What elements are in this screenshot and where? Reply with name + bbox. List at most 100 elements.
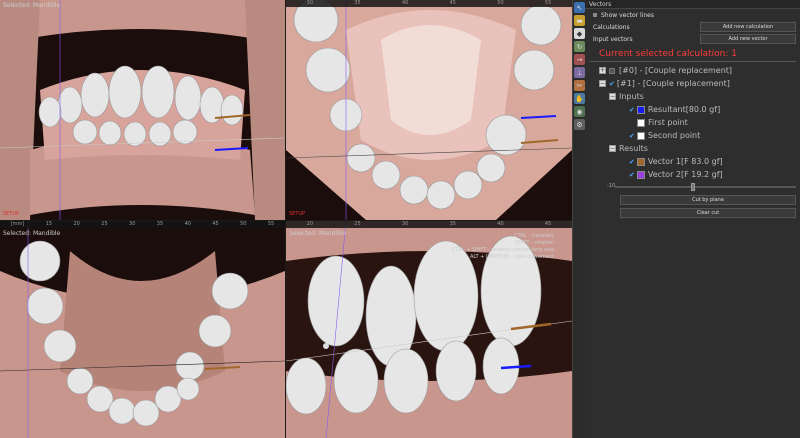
panel-title: Vectors [585,0,800,9]
tick: 55 [544,0,552,6]
second-point-swatch [636,131,645,140]
tick: 30 [306,0,314,6]
show-vector-lines-label: Show vector lines [601,11,654,19]
vectors-panel: Vectors Show vector lines Calculations A… [585,0,800,438]
viewport-front-setup: SETUP [3,211,20,217]
ruler-bottom-right: 20 25 30 35 40 45 [286,221,572,228]
check-icon[interactable]: ✔ [629,106,635,114]
hint-line: ALT + [MIDDLE] - slow movement [469,254,554,260]
cut-icon[interactable]: ✂ [574,80,585,91]
second-point-item[interactable]: ✔ Second point [585,129,800,142]
tool-column: ↖ ▬ ◆ ↻ → ⊥ ✂ ✋ ◉ ⚙ [572,0,585,438]
show-vector-lines-checkbox[interactable] [593,13,597,17]
first-point-label: First point [648,118,688,127]
show-vector-lines-row[interactable]: Show vector lines [585,9,800,21]
vector-2-item[interactable]: ✔ Vector 2[F 19.2 gf] [585,168,800,181]
input-vectors-row: Input vectors Add new vector [585,33,800,45]
slider-track [615,186,796,188]
calc-0-item[interactable]: + [#0] - [Couple replacement] [585,64,800,77]
check-icon[interactable]: ✔ [609,80,615,88]
check-icon[interactable]: ✔ [629,171,635,179]
eye-icon[interactable]: ◉ [574,106,585,117]
tick: 20 [73,221,80,227]
tooth-icon[interactable]: ◆ [574,28,585,39]
inputs-node[interactable]: − Inputs [585,90,800,103]
calc-0-checkbox[interactable] [609,67,615,74]
viewport-lower-label: Selected: Mandible [3,230,61,237]
check-icon[interactable]: ✔ [629,158,635,166]
tick: 55 [267,221,275,227]
results-label: Results [619,144,648,153]
tick: 30 [129,221,136,227]
divider [589,61,796,62]
occlusal-upper-render [286,0,572,220]
first-point-item[interactable]: First point [585,116,800,129]
inputs-label: Inputs [619,92,644,101]
measure-icon[interactable]: ⊥ [574,67,585,78]
add-calculation-button[interactable]: Add new calculation [700,22,796,32]
tick: 30 [401,221,409,227]
tick: 35 [354,0,361,6]
tick: 35 [449,221,456,227]
viewport-occlusal-upper[interactable]: 30 35 40 45 50 55 SETUP [286,0,572,220]
tick: 40 [497,221,504,227]
front-view-render [0,0,285,220]
first-point-swatch [637,118,645,127]
vector-1-label: Vector 1[F 83.0 gf] [647,157,723,166]
add-vector-button[interactable]: Add new vector [700,34,796,44]
hand-icon[interactable]: ✋ [574,93,585,104]
cursor-icon[interactable]: ↖ [574,2,585,13]
viewport-front-label: Selected: Mandible [3,2,61,9]
tick: 45 [449,0,456,6]
viewport-side-closeup[interactable]: 20 25 30 35 40 45 Selected: Mandible CTR… [286,221,572,438]
hint-line: CTRL + SHIFT - rotation around long axis [451,247,554,253]
collapse-icon[interactable]: − [609,145,616,152]
application: Selected: Mandible SETUP 30 35 40 45 50 … [0,0,800,438]
collapse-icon[interactable]: − [609,93,616,100]
tick: 50 [240,221,247,227]
resultant-item[interactable]: ✔ Resultant[80.0 gf] [585,103,800,116]
slider-thumb[interactable] [691,183,696,191]
rotate-icon[interactable]: ↻ [574,41,585,52]
calculations-label: Calculations [593,23,630,31]
calc-1-item[interactable]: − ✔ [#1] - [Couple replacement] [585,77,800,90]
tick: 25 [101,221,108,227]
vector-1-swatch [636,157,645,166]
navigation-hints: CTRL - translate SHIFT - rotation CTRL +… [452,233,554,261]
tick: 45 [544,221,552,227]
second-point-label: Second point [647,131,701,140]
occlusal-lower-render [0,221,285,438]
calc-1-label: [#1] - [Couple replacement] [616,79,730,88]
current-selected-calculation: Current selected calculation: 1 [599,48,738,59]
results-node[interactable]: − Results [585,142,800,155]
tick: 15 [45,221,53,227]
tick: 40 [401,0,409,6]
resultant-color-swatch [636,105,645,114]
tick: 35 [156,221,164,227]
viewport-occlusal-lower[interactable]: [mm] 15 20 25 30 35 40 45 50 55 Selected… [0,221,285,438]
expand-icon[interactable]: + [599,67,606,74]
slider-label: -10 [607,183,616,189]
calc-0-label: [#0] - [Couple replacement] [619,66,733,75]
calculations-row: Calculations Add new calculation [585,21,800,33]
tick: 50 [497,0,504,6]
cut-by-plane-button[interactable]: Cut by plane [620,195,796,205]
viewport-upper-setup: SETUP [289,211,306,217]
tick: 25 [354,221,361,227]
cut-plane-slider[interactable]: -10 [607,182,796,192]
viewport-front[interactable]: Selected: Mandible SETUP [0,0,285,220]
ruler-unit: [mm] [10,221,25,227]
tick: 40 [184,221,191,227]
vector-2-label: Vector 2[F 19.2 gf] [647,170,723,179]
settings-icon[interactable]: ⚙ [574,119,585,130]
vector-icon[interactable]: → [574,54,585,65]
check-icon[interactable]: ✔ [629,132,635,140]
folder-icon[interactable]: ▬ [574,15,585,26]
vector-1-item[interactable]: ✔ Vector 1[F 83.0 gf] [585,155,800,168]
clear-cut-button[interactable]: Clear cut [620,208,796,218]
collapse-icon[interactable]: − [599,80,606,87]
tick: 20 [306,221,314,227]
resultant-label: Resultant[80.0 gf] [647,105,721,114]
viewport-closeup-label: Selected: Mandible [289,230,347,237]
vector-2-swatch [636,170,645,179]
